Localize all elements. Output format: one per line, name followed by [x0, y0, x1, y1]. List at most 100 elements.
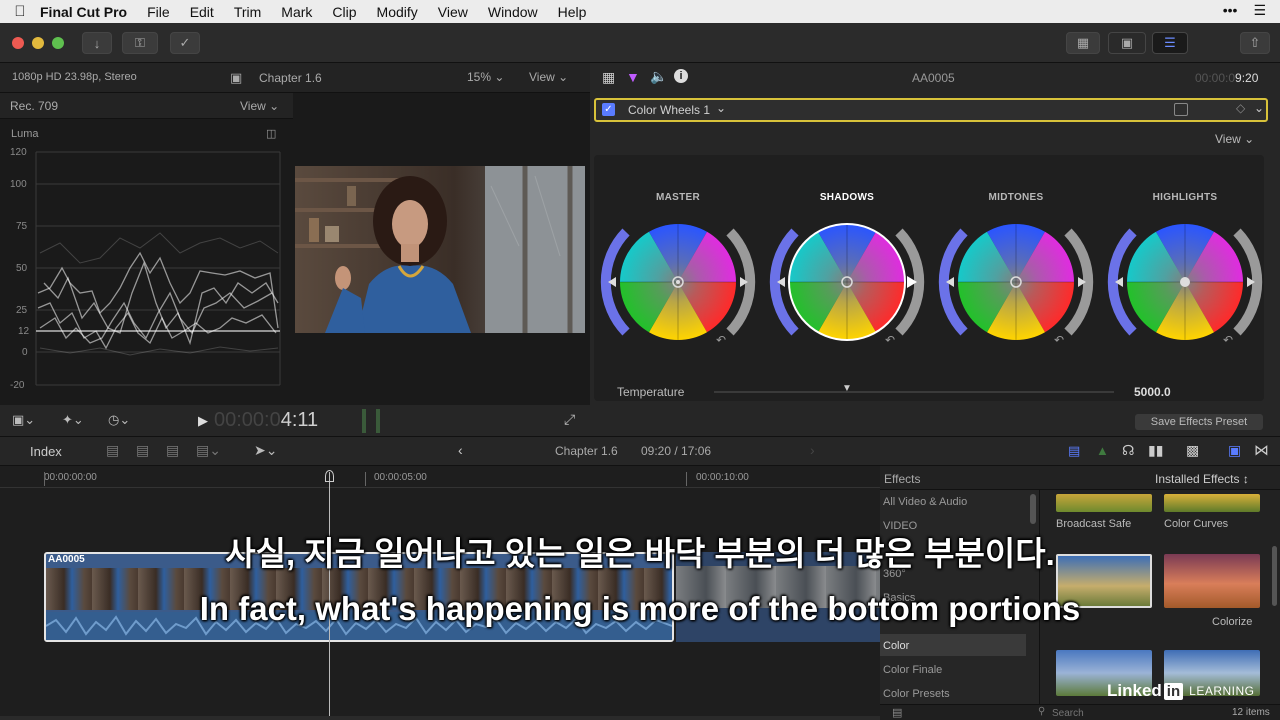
- timeline-position: 09:20 / 17:06: [641, 444, 712, 458]
- connect-icon[interactable]: ▤: [106, 442, 119, 459]
- effect-enable-checkbox[interactable]: ✓: [602, 103, 615, 116]
- menu-view[interactable]: View: [438, 4, 468, 20]
- playhead-handle[interactable]: [325, 470, 334, 482]
- timeline-toggle-button[interactable]: ▣: [1108, 32, 1146, 54]
- timeline-scrollbar[interactable]: [0, 716, 880, 720]
- forward-arrow-icon[interactable]: ›: [810, 442, 815, 458]
- zoom-window-button[interactable]: [52, 37, 64, 49]
- select-tool-icon[interactable]: ➤⌄: [254, 442, 277, 459]
- master-label: MASTER: [655, 192, 701, 203]
- menu-modify[interactable]: Modify: [377, 4, 418, 20]
- ruler-mark: 00:00:10:00: [696, 472, 749, 483]
- more-icon[interactable]: •••: [1223, 2, 1238, 19]
- chevron-down-icon: ⌄: [558, 70, 569, 84]
- category-item[interactable]: All Video & Audio: [883, 496, 967, 508]
- fullscreen-icon[interactable]: ⤢: [564, 411, 575, 428]
- clip-appearance-icon[interactable]: ▩: [1186, 442, 1199, 459]
- installed-effects-menu[interactable]: Installed Effects ↕: [1155, 472, 1249, 486]
- menu-trim[interactable]: Trim: [234, 4, 261, 20]
- overwrite-icon[interactable]: ▤⌄: [196, 442, 221, 459]
- apple-icon[interactable]: : [0, 3, 40, 20]
- import-button[interactable]: ↓: [82, 32, 112, 54]
- master-wheel[interactable]: ↶: [600, 223, 756, 345]
- subtitle-korean: 사실, 지금 일어나고 있는 일은 바닥 부분의 더 많은 부분이다.: [225, 535, 1055, 572]
- audio-skimming-icon[interactable]: ▲: [1096, 443, 1109, 458]
- keywords-button[interactable]: ⚿: [122, 32, 158, 54]
- chevron-down-icon[interactable]: ⌄: [1254, 101, 1264, 115]
- keyframe-icon[interactable]: ◇: [1236, 101, 1245, 115]
- menu-file[interactable]: File: [147, 4, 170, 20]
- colorspace-label: Rec. 709: [10, 99, 59, 113]
- info-icon[interactable]: i: [674, 69, 688, 83]
- effect-selector[interactable]: ✓ Color Wheels 1 ⌄ ◇ ⌄: [594, 98, 1268, 122]
- checkmark-icon: ✓: [179, 35, 191, 50]
- menu-mark[interactable]: Mark: [281, 4, 312, 20]
- midtones-wheel[interactable]: ↶: [938, 223, 1094, 345]
- svg-text:↶: ↶: [885, 333, 895, 345]
- project-name: Chapter 1.6: [259, 71, 322, 85]
- filmstrip-icon: ▣: [1120, 35, 1134, 50]
- enhance-icon[interactable]: ✦⌄: [62, 412, 84, 428]
- updown-icon: ↕: [1242, 472, 1249, 486]
- category-item[interactable]: Color Finale: [883, 664, 942, 676]
- effects-browser-icon[interactable]: ▣: [1228, 442, 1241, 459]
- audio-inspector-icon[interactable]: 🔈: [650, 68, 667, 85]
- category-item[interactable]: Color Presets: [883, 688, 950, 700]
- effects-search-input[interactable]: [1052, 706, 1202, 720]
- shadows-wheel[interactable]: ↶: [769, 223, 925, 345]
- share-button[interactable]: ⇧: [1240, 32, 1270, 54]
- menu-window[interactable]: Window: [488, 4, 538, 20]
- list-icon[interactable]: ☰: [1253, 2, 1266, 19]
- midtones-label: MIDTONES: [988, 192, 1044, 203]
- snapping-icon[interactable]: ▮▮: [1148, 442, 1163, 459]
- save-effects-preset-button[interactable]: Save Effects Preset: [1135, 414, 1263, 430]
- grid-icon: ▦: [1076, 35, 1090, 50]
- menu-help[interactable]: Help: [558, 4, 587, 20]
- menu-clip[interactable]: Clip: [332, 4, 356, 20]
- category-scrollbar[interactable]: [1030, 494, 1036, 524]
- play-icon[interactable]: ▶: [198, 413, 208, 429]
- timeline-toolbar: Index ▤ ▤ ▤ ▤⌄ ➤⌄ ‹ Chapter 1.6 09:20 / …: [0, 436, 1280, 466]
- minimize-window-button[interactable]: [32, 37, 44, 49]
- sidebar-toggle-icon[interactable]: ▤: [892, 706, 902, 719]
- color-curves-thumb[interactable]: [1164, 494, 1260, 512]
- temperature-value[interactable]: 5000.0: [1134, 385, 1171, 399]
- append-icon[interactable]: ▤: [166, 442, 179, 459]
- browser-toggle-button[interactable]: ▦: [1066, 32, 1100, 54]
- scope-settings-icon[interactable]: ◫: [266, 127, 276, 140]
- zoom-value: 15%: [467, 70, 492, 84]
- temperature-slider[interactable]: [714, 391, 1114, 393]
- transitions-browser-icon[interactable]: ⋈: [1254, 441, 1269, 459]
- skimming-icon[interactable]: ▤: [1068, 443, 1080, 459]
- svg-text:↶: ↶: [1223, 333, 1233, 345]
- transform-icon[interactable]: ▣⌄: [12, 412, 35, 428]
- color-inspector-icon[interactable]: ▼: [626, 69, 640, 85]
- svg-text:↶: ↶: [1054, 333, 1064, 345]
- effects-footer: ▤ ⚲ 12 items: [880, 704, 1280, 720]
- inspector-panel: ▦ ▼ 🔈 i AA0005 00:00:09:20 ✓ Color Wheel…: [590, 63, 1280, 436]
- category-item-selected[interactable]: Color: [883, 640, 909, 652]
- effect-name: Color Wheels 1: [628, 103, 711, 117]
- menu-app-name[interactable]: Final Cut Pro: [40, 4, 127, 20]
- viewer-view-menu[interactable]: View ⌄: [529, 70, 568, 84]
- video-inspector-icon[interactable]: ▦: [602, 69, 615, 86]
- background-tasks-button[interactable]: ✓: [170, 32, 200, 54]
- menu-edit[interactable]: Edit: [190, 4, 214, 20]
- index-button[interactable]: Index: [30, 444, 62, 459]
- highlights-wheel[interactable]: ↶: [1107, 223, 1263, 345]
- video-frame[interactable]: [295, 166, 585, 333]
- broadcast-safe-thumb[interactable]: [1056, 494, 1152, 512]
- insert-icon[interactable]: ▤: [136, 442, 149, 459]
- speed-icon[interactable]: ◷⌄: [108, 412, 130, 428]
- headphones-icon[interactable]: ☊: [1122, 442, 1134, 459]
- zoom-menu[interactable]: 15% ⌄: [467, 70, 504, 84]
- mask-icon[interactable]: [1174, 103, 1188, 116]
- inspector-view-menu[interactable]: View ⌄: [1215, 132, 1254, 146]
- scale-50: 50: [16, 263, 28, 274]
- temperature-slider-handle[interactable]: ▼: [842, 383, 852, 394]
- back-arrow-icon[interactable]: ‹: [458, 442, 463, 458]
- close-window-button[interactable]: [12, 37, 24, 49]
- scopes-view-menu[interactable]: View ⌄: [240, 99, 279, 113]
- inspector-toggle-button[interactable]: ☰: [1152, 32, 1188, 54]
- chevron-down-icon: ⌄: [494, 70, 505, 84]
